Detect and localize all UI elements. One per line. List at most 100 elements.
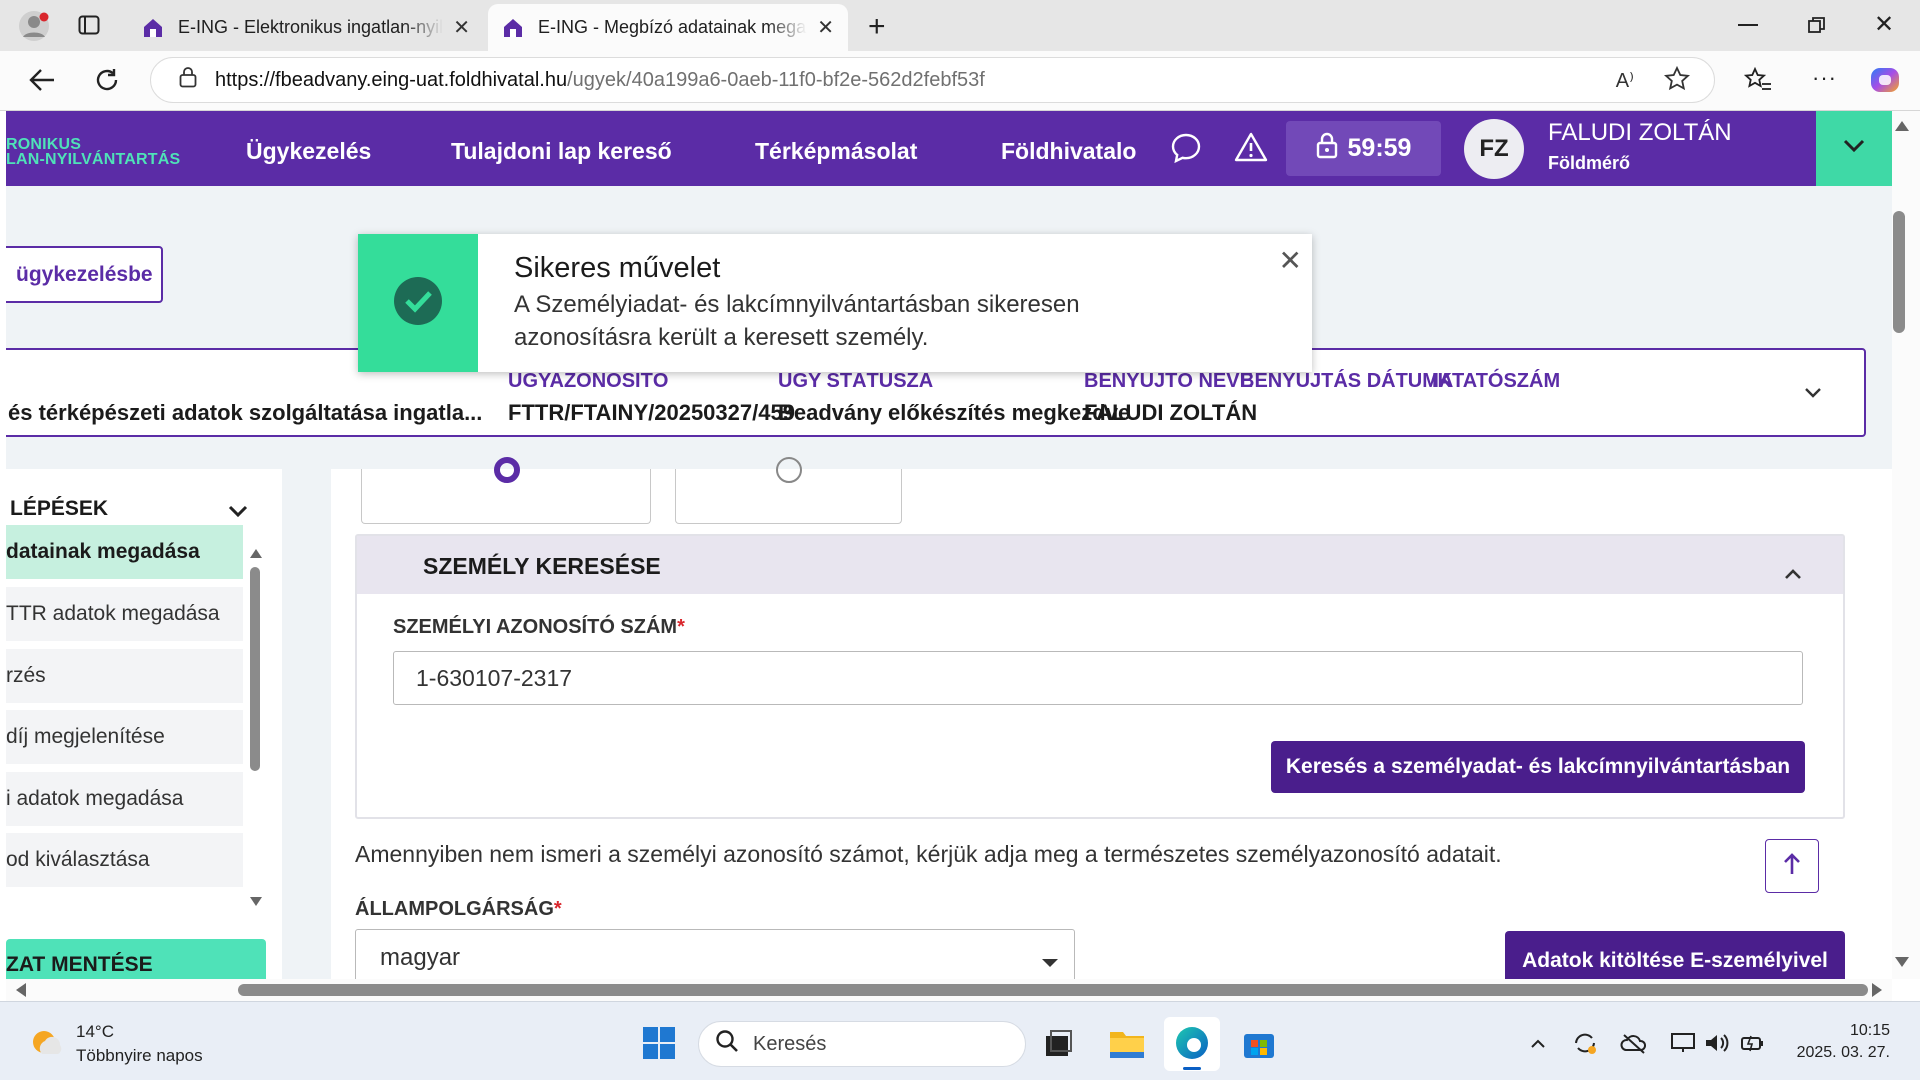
lock-icon — [1316, 131, 1338, 166]
step-item[interactable]: díj megjelenítése — [6, 710, 243, 764]
avatar[interactable]: FZ — [1464, 119, 1524, 179]
system-clock[interactable]: 10:15 2025. 03. 27. — [1797, 1020, 1890, 1064]
sync-icon[interactable] — [1572, 1030, 1598, 1061]
step-item[interactable]: od kiválasztása — [6, 833, 243, 887]
chevron-down-icon[interactable] — [228, 505, 248, 523]
app-logo[interactable]: RONIKUS LAN-NYILVÁNTARTÁS — [6, 136, 180, 168]
lock-icon[interactable] — [179, 66, 197, 94]
weather-sun-icon[interactable] — [28, 1024, 64, 1065]
scroll-thumb[interactable] — [1893, 211, 1905, 333]
search-placeholder: Keresés — [753, 1032, 827, 1055]
citizenship-label: ÁLLAMPOLGÁRSÁG* — [355, 898, 562, 921]
scroll-right-icon[interactable] — [1872, 983, 1882, 997]
address-bar[interactable]: https://fbeadvany.eing-uat.foldhivatal.h… — [150, 57, 1715, 103]
step-item[interactable]: datainak megadása — [6, 525, 243, 579]
toast-message: A Személyiadat- és lakcímnyilvántartásba… — [514, 291, 1080, 351]
profile-icon[interactable] — [18, 10, 50, 47]
microsoft-store-icon[interactable] — [1242, 1028, 1276, 1065]
tab-megbizo[interactable]: E-ING - Megbízó adatainak megadása ✕ — [488, 4, 848, 51]
scroll-thumb[interactable] — [238, 984, 1868, 996]
tab-actions-icon[interactable] — [78, 14, 100, 41]
case-id-label: ÜGYAZONOSÍTÓ — [508, 370, 669, 392]
display-icon[interactable] — [1670, 1032, 1696, 1059]
scroll-up-icon[interactable] — [1895, 121, 1909, 131]
clock-time: 10:15 — [1849, 1022, 1890, 1039]
page-content: ügykezelésbe és térképészeti adatok szol… — [6, 186, 1892, 979]
step-item[interactable]: i adatok megadása — [6, 772, 243, 826]
scroll-thumb[interactable] — [250, 567, 260, 771]
file-explorer-icon[interactable] — [1108, 1026, 1146, 1065]
restore-icon[interactable] — [1808, 16, 1826, 39]
case-status: Beadvány előkészítés megkezdve — [778, 400, 1131, 425]
id-number-input[interactable]: 1-630107-2317 — [393, 651, 1803, 705]
scroll-down-icon[interactable] — [250, 897, 262, 906]
taskbar-search[interactable]: Keresés — [698, 1021, 1026, 1067]
browser-toolbar: https://fbeadvany.eing-uat.foldhivatal.h… — [0, 51, 1920, 111]
header-expand-button[interactable] — [1816, 111, 1892, 186]
scroll-down-icon[interactable] — [1895, 957, 1909, 967]
steps-scrollbar[interactable] — [248, 549, 264, 909]
session-timer[interactable]: 59:59 — [1286, 121, 1441, 176]
more-menu-icon[interactable]: ··· — [1812, 65, 1837, 91]
reload-icon[interactable] — [94, 67, 120, 98]
filing-number-label: IKTATÓSZÁM — [1432, 370, 1561, 392]
new-tab-icon[interactable]: + — [868, 10, 886, 44]
page-vertical-scrollbar[interactable] — [1892, 111, 1920, 979]
option-button[interactable] — [675, 457, 902, 524]
url-path: /ugyek/40a199a6-0aeb-11f0-bf2e-562d2febf… — [567, 68, 985, 91]
back-arrow-icon[interactable] — [28, 67, 56, 98]
submitter-name: FALUDI ZOLTÁN — [1084, 400, 1258, 425]
chevron-up-icon[interactable] — [1530, 1036, 1546, 1054]
help-text: Amennyiben nem ismeri a személyi azonosí… — [355, 841, 1502, 867]
tab-eing-home[interactable]: E-ING - Elektronikus ingatlan-nyilvántar… — [128, 4, 484, 51]
option-button[interactable] — [361, 457, 651, 524]
nav-ugykezeles[interactable]: Ügykezelés — [246, 138, 371, 165]
back-to-case-management-button[interactable]: ügykezelésbe — [6, 246, 163, 303]
section-header[interactable]: SZEMÉLY KERESÉSE — [357, 536, 1843, 594]
tab-close-icon[interactable]: ✕ — [453, 15, 470, 40]
page-horizontal-scrollbar[interactable] — [6, 979, 1892, 1001]
toast-close-icon[interactable]: ✕ — [1279, 244, 1302, 277]
step-item[interactable]: rzés — [6, 649, 243, 703]
citizenship-select[interactable]: magyar — [355, 929, 1075, 979]
tab-close-icon[interactable]: ✕ — [817, 15, 834, 40]
chevron-down-icon[interactable] — [1804, 386, 1822, 404]
warning-icon[interactable] — [1234, 131, 1268, 168]
caret-down-icon[interactable] — [1042, 959, 1058, 967]
check-circle-icon — [393, 276, 443, 331]
submission-date-label: BENYÚJTÁS DÁTUMA — [1240, 370, 1454, 392]
chat-bubble-icon[interactable] — [1170, 132, 1202, 169]
arrow-up-icon — [1782, 852, 1802, 881]
save-draft-button[interactable]: ZAT MENTÉSE — [6, 939, 266, 979]
user-name: FALUDI ZOLTÁN — [1548, 119, 1732, 146]
step-item[interactable]: TTR adatok megadása — [6, 587, 243, 641]
favorite-star-icon[interactable] — [1663, 65, 1691, 98]
scroll-left-icon[interactable] — [16, 983, 26, 997]
onedrive-icon[interactable] — [1620, 1032, 1648, 1059]
copilot-icon[interactable] — [1868, 63, 1902, 102]
url-host: https://fbeadvany.eing-uat.foldhivatal.h… — [215, 68, 568, 91]
scroll-to-top-button[interactable] — [1765, 839, 1819, 893]
read-aloud-icon[interactable]: A⁾ — [1616, 68, 1634, 93]
volume-icon[interactable] — [1704, 1032, 1730, 1059]
steps-title: LÉPÉSEK — [10, 497, 109, 520]
minimize-icon[interactable] — [1738, 24, 1758, 26]
nav-foldhivatalok[interactable]: Földhivatalo — [1001, 138, 1136, 165]
fill-with-eid-button[interactable]: Adatok kitöltése E-személyivel — [1505, 931, 1845, 979]
window-close-icon[interactable]: ✕ — [1874, 10, 1894, 39]
favorites-icon[interactable] — [1743, 66, 1772, 98]
edge-taskbar-button[interactable] — [1164, 1017, 1220, 1071]
nav-tulajdoni-lap-kereso[interactable]: Tulajdoni lap kereső — [451, 138, 672, 165]
search-registry-button[interactable]: Keresés a személyadat- és lakcímnyilvánt… — [1271, 741, 1805, 793]
logo-line: RONIKUS — [6, 136, 82, 153]
task-view-icon[interactable] — [1044, 1028, 1074, 1063]
battery-icon[interactable] — [1740, 1032, 1766, 1059]
id-number-label: SZEMÉLYI AZONOSÍTÓ SZÁM* — [393, 616, 685, 639]
chevron-up-icon[interactable] — [1784, 559, 1802, 586]
app-header: RONIKUS LAN-NYILVÁNTARTÁS Ügykezelés Tul… — [6, 111, 1892, 186]
nav-terkepmasolat[interactable]: Térképmásolat — [755, 138, 917, 165]
windows-start-icon[interactable] — [642, 1026, 676, 1065]
user-role: Földmérő — [1548, 153, 1631, 173]
scroll-up-icon[interactable] — [250, 549, 262, 558]
required-marker: * — [677, 616, 685, 638]
